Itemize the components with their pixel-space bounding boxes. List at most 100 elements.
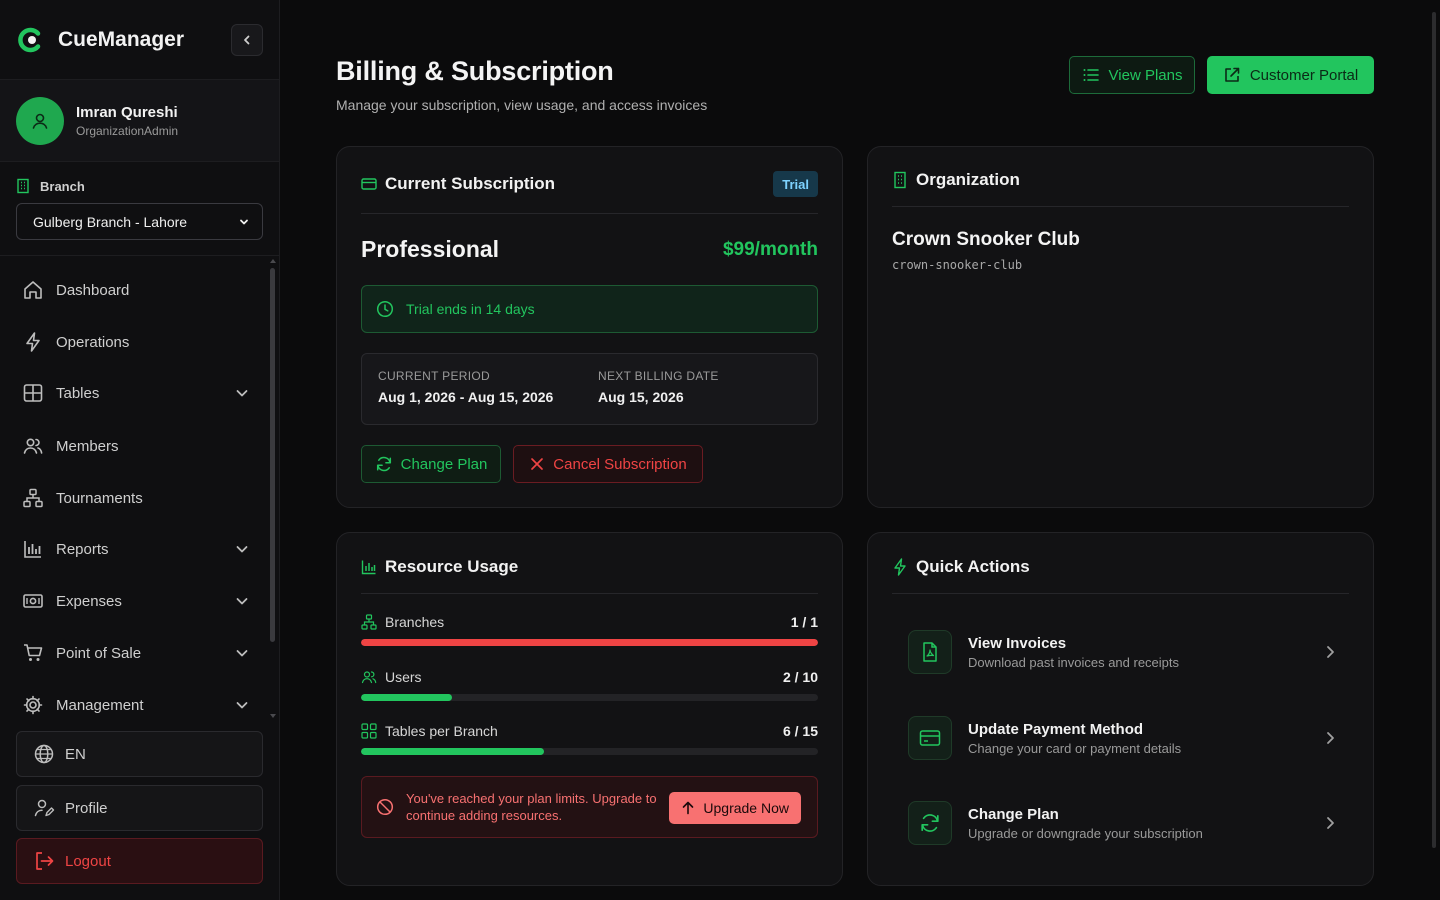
user-card[interactable]: Imran Qureshi OrganizationAdmin: [0, 80, 279, 162]
plan-name: Professional: [361, 236, 500, 262]
sidebar-scrollbar-thumb[interactable]: [270, 268, 275, 642]
scroll-up-arrow-icon[interactable]: [270, 259, 276, 263]
scroll-down-arrow-icon[interactable]: [270, 714, 276, 718]
cancel-subscription-label: Cancel Subscription: [553, 455, 687, 473]
usage-value: 6 / 15: [782, 723, 818, 739]
qa-icon-box: [908, 716, 952, 760]
external-link-icon: [1223, 66, 1250, 84]
brand-header: CueManager: [0, 0, 279, 80]
ban-icon: [376, 798, 394, 816]
logout-icon: [33, 850, 65, 872]
divider: [892, 206, 1349, 207]
plan-limit-message: You've reached your plan limits. Upgrade…: [406, 791, 657, 823]
sidebar-item-label: Reports: [56, 540, 109, 558]
quick-action-title: View Invoices: [968, 634, 1067, 652]
organization-name: Crown Snooker Club: [892, 229, 1080, 250]
page-scrollbar-thumb[interactable]: [1432, 12, 1436, 848]
bar-chart-icon: [361, 559, 385, 575]
logout-label: Logout: [65, 852, 111, 870]
profile-button[interactable]: Profile: [16, 785, 263, 831]
quick-action-change-plan[interactable]: Change Plan Upgrade or downgrade your su…: [908, 798, 1338, 848]
sidebar-item-label: Expenses: [56, 592, 122, 610]
page-scrollbar[interactable]: [1428, 0, 1440, 900]
sidebar-item-members[interactable]: Members: [22, 431, 250, 461]
next-billing-label: NEXT BILLING DATE: [598, 369, 719, 383]
sidebar-item-tournaments[interactable]: Tournaments: [22, 483, 250, 513]
bolt-icon: [892, 558, 916, 576]
sidebar-item-expenses[interactable]: Expenses: [22, 586, 250, 616]
logout-button[interactable]: Logout: [16, 838, 263, 884]
cancel-subscription-button[interactable]: Cancel Subscription: [513, 445, 703, 483]
home-icon: [22, 279, 44, 301]
change-plan-label: Change Plan: [400, 455, 488, 473]
sidebar-item-point-of-sale[interactable]: Point of Sale: [22, 638, 250, 668]
current-period-value: Aug 1, 2026 - Aug 15, 2026: [378, 389, 554, 405]
close-icon: [529, 456, 553, 472]
app: CueManager Imran Qureshi OrganizationAdm…: [0, 0, 1440, 900]
view-plans-button[interactable]: View Plans: [1069, 56, 1195, 94]
customer-portal-button[interactable]: Customer Portal: [1207, 56, 1374, 94]
usage-progress-bar: [361, 694, 818, 701]
chevron-right-icon: [1322, 644, 1338, 660]
building-icon: [892, 171, 916, 189]
sidebar-item-tables[interactable]: Tables: [22, 378, 250, 408]
quick-action-view-invoices[interactable]: View Invoices Download past invoices and…: [908, 627, 1338, 677]
usage-label: Users: [361, 669, 422, 685]
user-name: Imran Qureshi: [76, 103, 178, 121]
sidebar-scrollbar[interactable]: [270, 259, 276, 718]
subscription-card-header: Current Subscription: [361, 174, 555, 194]
next-billing-value: Aug 15, 2026: [598, 389, 684, 405]
chevron-down-icon: [234, 645, 250, 661]
profile-label: Profile: [65, 799, 108, 817]
user-icon: [30, 111, 50, 131]
main-content: Billing & Subscription Manage your subsc…: [280, 0, 1428, 900]
bracket-icon: [22, 487, 44, 509]
usage-progress-fill: [361, 639, 818, 646]
sidebar-nav: Dashboard Operations Tables Members Tour…: [0, 256, 280, 718]
cuemanager-logo-icon: [16, 26, 44, 54]
upgrade-now-button[interactable]: Upgrade Now: [669, 792, 801, 824]
divider: [892, 593, 1349, 594]
usage-label-text: Branches: [385, 614, 445, 630]
change-plan-button[interactable]: Change Plan: [361, 445, 501, 483]
usage-progress-bar: [361, 748, 818, 755]
quick-action-update-payment[interactable]: Update Payment Method Change your card o…: [908, 713, 1338, 763]
building-icon: [16, 178, 40, 194]
branch-select[interactable]: Gulberg Branch - Lahore: [16, 203, 263, 240]
usage-branches: Branches 1 / 1: [361, 614, 818, 646]
usage-tables-per-branch: Tables per Branch 6 / 15: [361, 723, 818, 755]
quick-actions-card: Quick Actions View Invoices Download pas…: [867, 532, 1374, 886]
next-billing: NEXT BILLING DATE Aug 15, 2026: [598, 369, 719, 405]
grid-icon: [361, 723, 385, 739]
collapse-sidebar-button[interactable]: [231, 23, 263, 56]
sidebar-item-dashboard[interactable]: Dashboard: [22, 275, 250, 305]
trial-notice-text: Trial ends in 14 days: [406, 301, 535, 317]
sidebar-item-label: Point of Sale: [56, 644, 142, 662]
subscription-card-title: Current Subscription: [385, 174, 556, 193]
chevron-down-icon: [234, 697, 250, 713]
sidebar-item-management[interactable]: Management: [22, 690, 250, 718]
credit-card-icon: [361, 176, 385, 192]
plan-limit-alert: You've reached your plan limits. Upgrade…: [361, 776, 818, 838]
divider: [361, 593, 818, 594]
sidebar-item-label: Dashboard: [56, 281, 130, 299]
plan-price: $99/month: [722, 239, 818, 260]
sidebar-item-label: Operations: [56, 333, 130, 351]
card-icon: [919, 729, 941, 747]
current-period-label: CURRENT PERIOD: [378, 369, 490, 383]
sidebar-item-reports[interactable]: Reports: [22, 534, 250, 564]
language-button[interactable]: EN: [16, 731, 263, 777]
quick-action-title: Update Payment Method: [968, 720, 1144, 738]
trial-notice: Trial ends in 14 days: [361, 285, 818, 333]
usage-users: Users 2 / 10: [361, 669, 818, 701]
avatar: [16, 96, 64, 145]
divider: [361, 213, 818, 214]
sidebar-item-operations[interactable]: Operations: [22, 327, 250, 357]
sidebar-item-label: Management: [56, 696, 144, 714]
view-plans-label: View Plans: [1108, 66, 1183, 84]
branch-selected-value: Gulberg Branch - Lahore: [33, 213, 188, 230]
resource-usage-title: Resource Usage: [385, 557, 519, 576]
chevron-down-icon: [234, 385, 250, 401]
chevron-down-icon: [238, 216, 250, 228]
quick-action-title: Change Plan: [968, 805, 1059, 823]
